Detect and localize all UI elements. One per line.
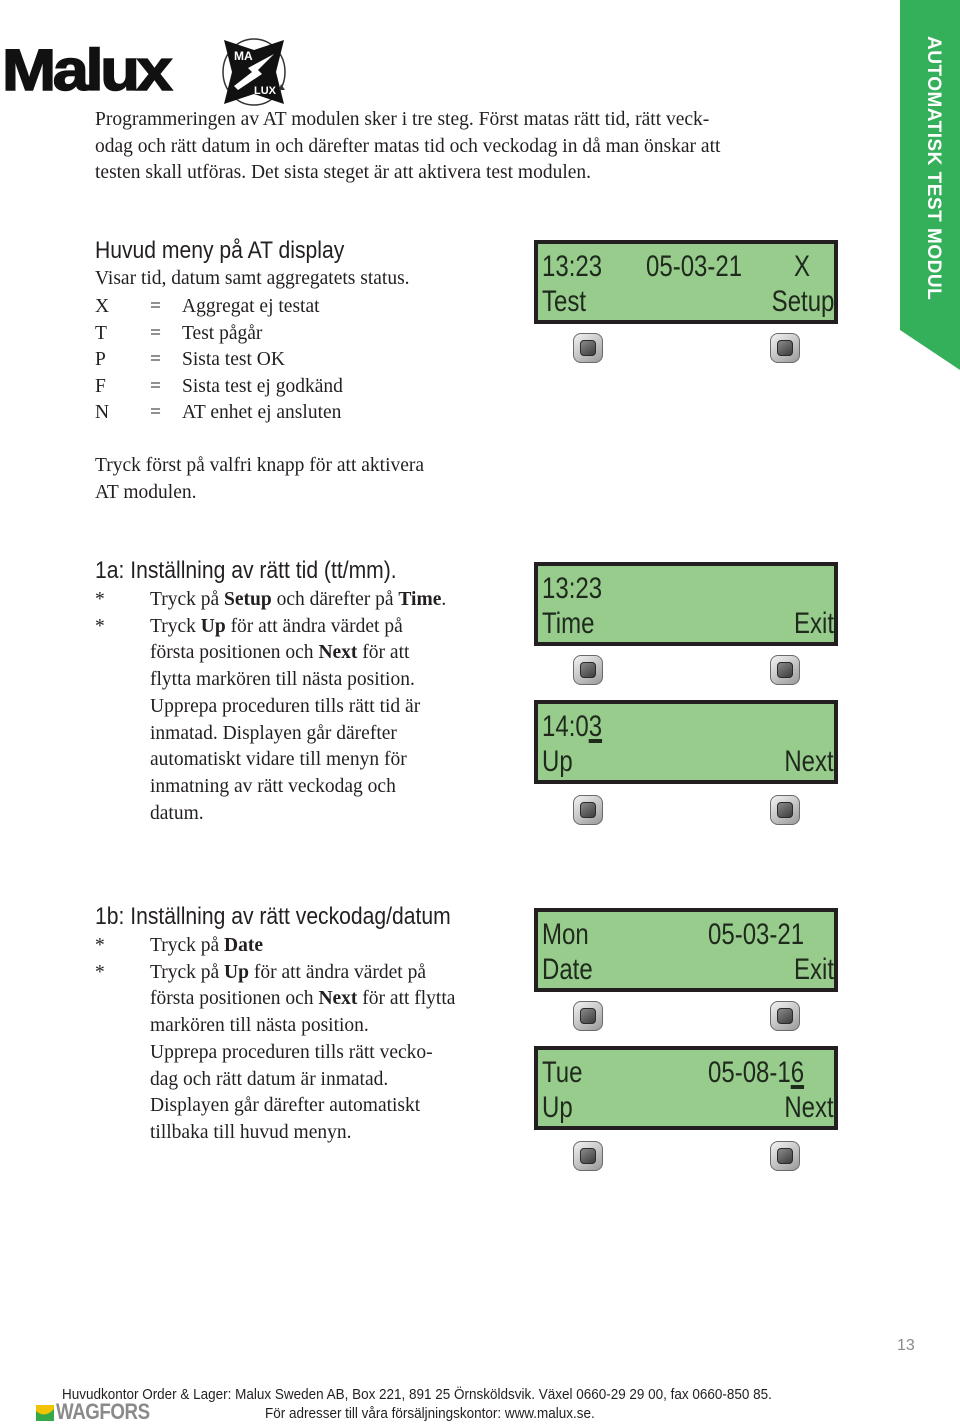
lcd-soft-left: Up bbox=[542, 1091, 573, 1124]
legend-key: T bbox=[95, 322, 107, 344]
legend-key: F bbox=[95, 375, 106, 397]
lcd-left-button[interactable] bbox=[573, 795, 603, 825]
legend-key: N bbox=[95, 402, 110, 423]
lcd-time: 13:23 bbox=[542, 572, 603, 605]
wagfors-logo: WAGFORS bbox=[36, 1401, 166, 1423]
lcd-soft-right: Next bbox=[784, 1091, 834, 1124]
lcd-right-button[interactable] bbox=[770, 795, 800, 825]
step-item: * Tryck på Date bbox=[95, 933, 455, 960]
wagfors-wordmark: WAGFORS bbox=[56, 1399, 150, 1424]
legend-eq: = bbox=[150, 375, 161, 397]
step-1b-heading: 1b: Inställning av rätt veckodag/datum bbox=[95, 903, 451, 930]
logo-wordmark: Malux bbox=[1, 38, 173, 103]
bullet: * bbox=[95, 615, 105, 637]
svg-text:MA: MA bbox=[234, 49, 253, 63]
bullet: * bbox=[95, 935, 105, 956]
lcd-soft-left: Date bbox=[542, 953, 593, 986]
lcd-soft-right: Setup bbox=[771, 285, 834, 318]
lcd-right-button[interactable] bbox=[770, 655, 800, 685]
lcd-date: 05-03-21 bbox=[708, 918, 805, 951]
lcd-status: X bbox=[793, 250, 810, 283]
side-tab-label: AUTOMATISK TEST MODUL bbox=[923, 36, 944, 301]
legend-value: Sista test ej godkänd bbox=[182, 375, 343, 397]
legend-value: AT enhet ej ansluten bbox=[182, 402, 342, 423]
legend-value: Aggregat ej testat bbox=[182, 296, 320, 317]
intro-line: testen skall utföras. Det sista steget ä… bbox=[95, 162, 592, 183]
legend-value: Test pågår bbox=[182, 322, 263, 344]
lcd-cursor: 3 bbox=[588, 710, 603, 743]
bullet: * bbox=[95, 589, 105, 610]
intro-line: Programmeringen av AT modulen sker i tre… bbox=[95, 109, 710, 130]
lcd-soft-right: Exit bbox=[793, 607, 834, 640]
main-menu-heading: Huvud meny på AT display bbox=[95, 237, 345, 264]
lcd-right-button[interactable] bbox=[770, 1141, 800, 1171]
lcd-soft-right: Exit bbox=[793, 953, 834, 986]
lcd-day: Mon bbox=[542, 918, 589, 951]
svg-text:LUX: LUX bbox=[254, 85, 277, 97]
lcd-cursor: 6 bbox=[790, 1056, 805, 1089]
lcd-right-button[interactable] bbox=[770, 1001, 800, 1031]
wagfors-mark-icon bbox=[36, 1405, 54, 1421]
step-item: * Tryck på Setup och därefter på Time. bbox=[95, 587, 446, 614]
legend-eq: = bbox=[150, 402, 161, 423]
lcd-soft-left: Test bbox=[542, 285, 587, 318]
step-1b-list: * Tryck på Date * Tryck på Up för att än… bbox=[95, 933, 455, 1147]
lcd-date: 05-03-21 bbox=[646, 250, 743, 283]
legend-eq: = bbox=[150, 296, 161, 317]
legend-key: X bbox=[95, 296, 110, 317]
lcd-date-edit: Tue 05-08-16 Up Next bbox=[534, 1046, 838, 1130]
activate-line: Tryck först på valfri knapp för att akti… bbox=[95, 455, 425, 476]
lcd-time-edit: 14:03 Up Next bbox=[534, 700, 838, 784]
activate-line: AT modulen. bbox=[95, 481, 197, 503]
malux-logo: Malux MA LUX bbox=[0, 36, 300, 108]
bullet: * bbox=[95, 961, 105, 983]
section-side-tab: AUTOMATISK TEST MODUL bbox=[900, 0, 960, 370]
legend-eq: = bbox=[150, 349, 161, 370]
step-1a-heading: 1a: Inställning av rätt tid (tt/mm). bbox=[95, 557, 397, 584]
lcd-soft-right: Next bbox=[784, 745, 834, 778]
activate-instruction: Tryck först på valfri knapp för att akti… bbox=[95, 453, 495, 506]
legend-key: P bbox=[95, 349, 106, 370]
lcd-day: Tue bbox=[542, 1056, 583, 1089]
footer-website: För adresser till våra försäljningskonto… bbox=[265, 1406, 595, 1422]
lcd-left-button[interactable] bbox=[573, 333, 603, 363]
intro-paragraph: Programmeringen av AT modulen sker i tre… bbox=[95, 107, 795, 187]
footer-address: Huvudkontor Order & Lager: Malux Sweden … bbox=[62, 1387, 772, 1403]
main-menu-subtitle: Visar tid, datum samt aggregatets status… bbox=[95, 268, 410, 289]
lcd-main-menu: 13:23 05-03-21 X Test Setup bbox=[534, 240, 838, 324]
intro-line: odag och rätt datum in och därefter mata… bbox=[95, 135, 721, 157]
step-item: * Tryck på Up för att ändra värdet på fö… bbox=[95, 961, 456, 1143]
page-number: 13 bbox=[897, 1337, 915, 1354]
lcd-date: 05-08-16 bbox=[708, 1056, 805, 1089]
step-1a-list: * Tryck på Setup och därefter på Time. *… bbox=[95, 587, 446, 827]
lcd-soft-left: Time bbox=[542, 607, 595, 640]
lcd-left-button[interactable] bbox=[573, 655, 603, 685]
lcd-right-button[interactable] bbox=[770, 333, 800, 363]
legend-value: Sista test OK bbox=[182, 349, 285, 370]
step-item: * Tryck Up för att ändra värdet på först… bbox=[95, 615, 421, 824]
lcd-left-button[interactable] bbox=[573, 1001, 603, 1031]
malux-badge-icon: MA LUX bbox=[222, 38, 286, 106]
lcd-time-menu: 13:23 Time Exit bbox=[534, 562, 838, 646]
lcd-soft-left: Up bbox=[542, 745, 573, 778]
lcd-time: 13:23 bbox=[542, 250, 603, 283]
lcd-time: 14:03 bbox=[542, 710, 603, 743]
lcd-date-menu: Mon 05-03-21 Date Exit bbox=[534, 908, 838, 992]
legend-eq: = bbox=[150, 322, 161, 344]
lcd-left-button[interactable] bbox=[573, 1141, 603, 1171]
